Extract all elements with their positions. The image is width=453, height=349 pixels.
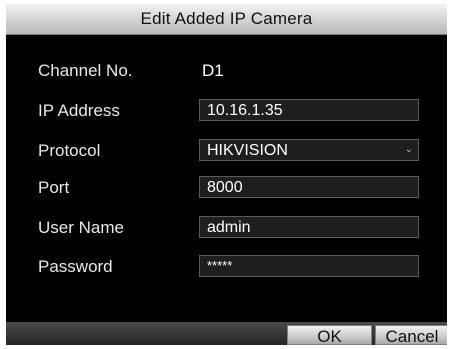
password-label: Password [38, 257, 113, 276]
protocol-select[interactable]: HIKVISION ⌄ [199, 139, 419, 161]
port-value: 8000 [207, 179, 243, 196]
ip-address-value: 10.16.1.35 [207, 102, 283, 119]
ip-address-label: IP Address [38, 101, 120, 120]
protocol-label: Protocol [38, 141, 101, 160]
password-field[interactable]: ***** [199, 255, 419, 277]
cancel-button[interactable]: Cancel [375, 325, 447, 345]
ok-button[interactable]: OK [287, 325, 372, 345]
dialog-title: Edit Added IP Camera [140, 9, 313, 28]
port-row: Port 8000 [6, 176, 447, 200]
edit-ip-camera-dialog: Edit Added IP Camera Channel No. D1 IP A… [6, 4, 447, 345]
user-name-value: admin [207, 219, 251, 236]
port-label: Port [38, 178, 70, 197]
user-name-field[interactable]: admin [199, 216, 419, 238]
user-name-label: User Name [38, 218, 124, 237]
channel-label: Channel No. [38, 61, 133, 80]
dialog-title-bar: Edit Added IP Camera [6, 4, 447, 35]
password-value: ***** [207, 258, 233, 273]
ip-address-field[interactable]: 10.16.1.35 [199, 99, 419, 121]
dialog-footer: OK Cancel [6, 322, 447, 345]
user-name-row: User Name admin [6, 216, 447, 240]
protocol-row: Protocol HIKVISION ⌄ [6, 139, 447, 163]
chevron-down-icon: ⌄ [404, 144, 413, 155]
channel-value: D1 [202, 61, 224, 80]
channel-row: Channel No. D1 [6, 59, 447, 83]
port-field[interactable]: 8000 [199, 176, 419, 198]
protocol-value: HIKVISION [207, 142, 288, 159]
ip-address-row: IP Address 10.16.1.35 [6, 99, 447, 123]
password-row: Password ***** [6, 255, 447, 279]
